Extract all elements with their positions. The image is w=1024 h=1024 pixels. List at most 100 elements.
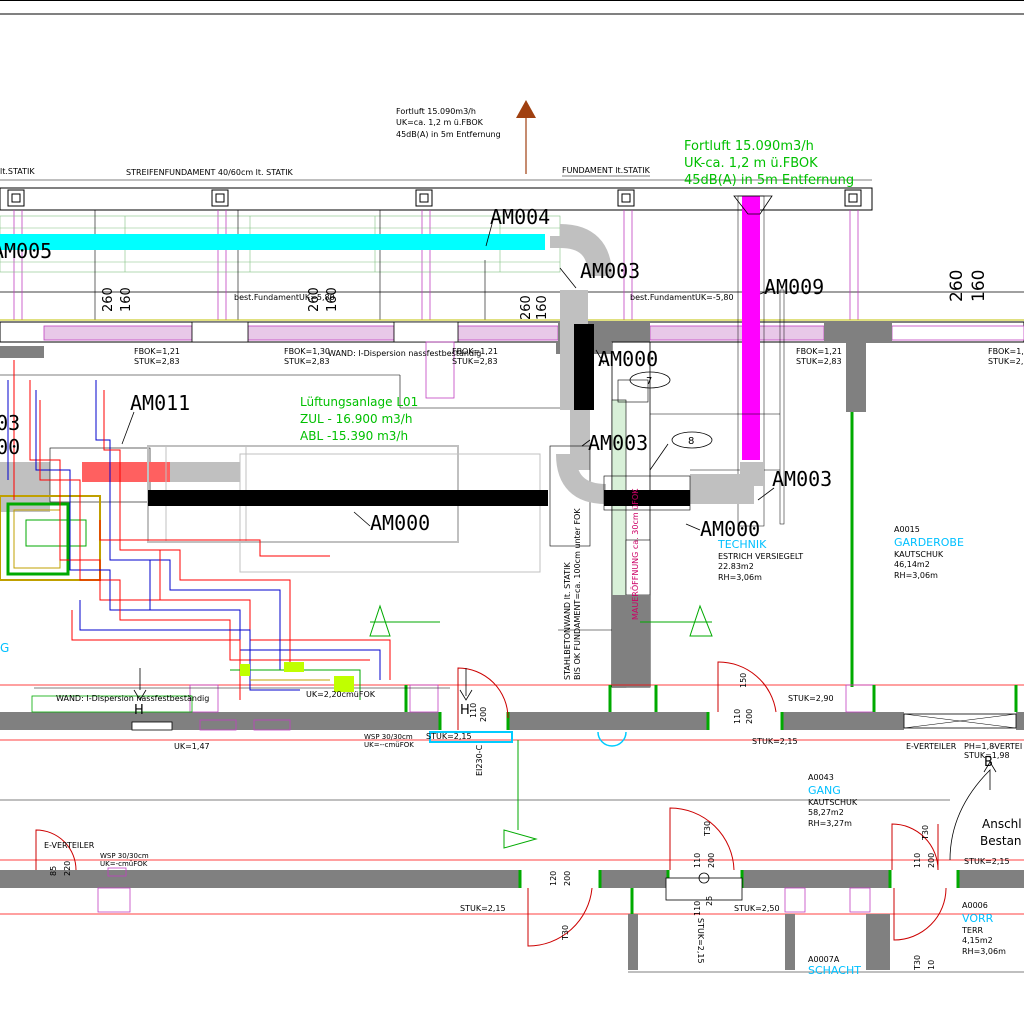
dim: 10 — [927, 960, 936, 970]
corridor-walls — [0, 684, 1024, 973]
exhaust-arrow — [516, 100, 536, 174]
fortluft-large-3: 45dB(A) in 5m Entfernung — [684, 173, 854, 188]
piping — [7, 360, 391, 700]
dim: 160 — [325, 287, 340, 312]
valves — [240, 662, 354, 692]
marker-g: G — [0, 641, 9, 655]
fbok-5: FBOK=1,2 — [988, 347, 1024, 356]
dim: T30 — [913, 955, 922, 971]
dim: 200 — [479, 707, 488, 722]
stuk-label: STUK=2,15 — [426, 732, 472, 741]
dim: T30 — [561, 925, 570, 941]
e-verteiler-1: E-VERTEILER — [44, 841, 95, 850]
mauer-oeffnung: MAUERÖFFNUNG ca. 30cm üFOK — [630, 488, 640, 620]
dim: 220 — [63, 861, 72, 876]
fortluft-large-1: Fortluft 15.090m3/h — [684, 139, 814, 154]
stuk-label: STUK=2,15 — [752, 737, 798, 746]
room-garderobe-name: GARDEROBE — [894, 536, 964, 549]
fortluft-small-1: Fortluft 15.090m3/h — [396, 107, 476, 116]
dim: 260 — [947, 270, 967, 302]
stuk-label: STUK=2,15 — [696, 918, 705, 964]
room-vorr-area: 4,15m2 — [962, 936, 993, 945]
fortluft-small-2: UK=ca. 1,2 m ü.FBOK — [396, 118, 484, 127]
fundament-statik-label: FUNDAMENT lt.STATIK — [562, 166, 651, 175]
statik-left: lt.STATIK — [0, 167, 35, 176]
dim: 110 — [693, 901, 702, 916]
ei-label: EI230-C — [475, 744, 484, 776]
room-garderobe-area: 46,14m2 — [894, 560, 930, 569]
dim: 260 — [519, 295, 534, 320]
fbok-4: FBOK=1,21 — [796, 347, 842, 356]
dim: 160 — [119, 287, 134, 312]
wsp-2a: WSP 30/30cm — [364, 733, 413, 741]
anschluss-2: Bestan — [980, 834, 1022, 848]
tag-am004: AM004 — [490, 205, 550, 229]
marker-h-1: H — [134, 703, 144, 718]
dim: T30 — [921, 825, 930, 841]
room-vorr-height: RH=3,06m — [962, 947, 1006, 956]
marker-h-2: H — [460, 703, 470, 718]
dim: 200 — [563, 871, 572, 886]
stuk-3: STUK=2,83 — [452, 357, 498, 366]
room-technik-area: 22.83m2 — [718, 562, 754, 571]
e-verteiler-3: -VERTEI — [992, 742, 1022, 751]
room-gang-area: 58,27m2 — [808, 808, 844, 817]
room-schacht-code: A0007A — [808, 955, 840, 964]
room-technik-name: TECHNIK — [717, 538, 767, 551]
anschluss-1: Anschl — [982, 817, 1022, 831]
room-gang-floor: KAUTSCHUK — [808, 798, 858, 807]
dim: 160 — [535, 295, 550, 320]
fbok-2: FBOK=1,30 — [284, 347, 330, 356]
dim: 110 — [913, 853, 922, 868]
room-gang-height: RH=3,27m — [808, 819, 852, 828]
fortluft-small-3: 45dB(A) in 5m Entfernung — [396, 130, 501, 139]
stahlbetonwand-2: BIS OK FUNDAMENT=ca. 100cm unter FOK — [573, 508, 582, 680]
fbok-1: FBOK=1,21 — [134, 347, 180, 356]
stuk-label: STUK=2,15 — [460, 904, 506, 913]
stuk-1: STUK=2,83 — [134, 357, 180, 366]
dim: 110 — [469, 703, 478, 718]
callout-8: 8 — [688, 436, 694, 447]
wsp-1b: UK=-cmüFOK — [100, 860, 148, 868]
stuk-label: STUK=2,15 — [964, 857, 1010, 866]
lueftung-2: ZUL - 16.900 m3/h — [300, 412, 412, 426]
stuk-label: STUK=2,90 — [788, 694, 834, 703]
tag-am000-mid: AM000 — [370, 511, 430, 535]
fortluft-large-2: UK-ca. 1,2 m ü.FBOK — [684, 156, 818, 171]
tag-am000-top: AM000 — [598, 347, 658, 371]
room-garderobe-code: A0015 — [894, 525, 920, 534]
stuk-5: STUK=2, — [988, 357, 1023, 366]
dim: 150 — [739, 673, 748, 688]
e-verteiler-2: E-VERTEILER — [906, 742, 957, 751]
tag-am003-top: AM003 — [580, 259, 640, 283]
tag-am000-left: AM000 — [0, 435, 20, 459]
dim: 200 — [927, 853, 936, 868]
uk-147: UK=1,47 — [174, 742, 210, 751]
wand-dispersion-2: WAND: I-Dispersion nassfestbeständig — [56, 694, 209, 703]
dim: 200 — [745, 709, 754, 724]
dim: 110 — [733, 709, 742, 724]
tag-am003-mid: AM003 — [588, 431, 648, 455]
dim: T30 — [703, 821, 712, 837]
room-technik-height: RH=3,06m — [718, 573, 762, 582]
room-gang-code: A0043 — [808, 773, 834, 782]
cyan-duct — [0, 234, 545, 250]
room-garderobe-floor: KAUTSCHUK — [894, 550, 944, 559]
room-vorr-name: VORR — [962, 912, 994, 925]
dim: 25 — [705, 896, 714, 906]
dim: 160 — [969, 270, 989, 302]
marker-b: B — [984, 755, 993, 770]
uk-20: UK=2,20cmüFOK — [306, 690, 376, 699]
stahlbetonwand-1: STAHLBETONWAND lt. STATIK — [563, 561, 572, 680]
room-vorr-code: A0006 — [962, 901, 988, 910]
frame — [0, 0, 1024, 15]
callout-7: 7 — [646, 376, 652, 387]
room-gang-name: GANG — [808, 784, 841, 797]
dim: 260 — [307, 287, 322, 312]
stuk-4: STUK=2,83 — [796, 357, 842, 366]
dim: 260 — [101, 287, 116, 312]
stuk-label: STUK=2,50 — [734, 904, 780, 913]
dim: 120 — [549, 871, 558, 886]
dim: 200 — [707, 853, 716, 868]
foundation-pads — [7, 189, 862, 207]
